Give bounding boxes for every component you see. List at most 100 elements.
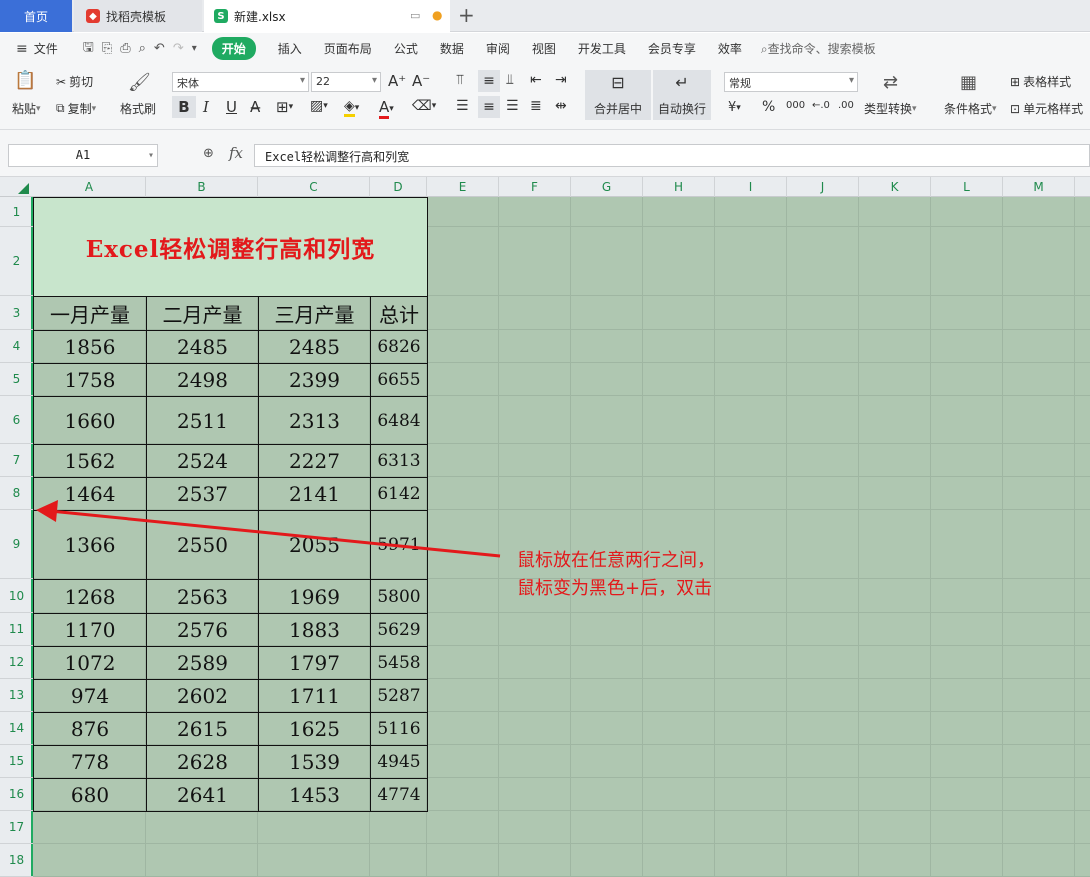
fill-color-icon[interactable]: ◈ ▾	[344, 98, 359, 117]
menu-file[interactable]: 文件	[34, 40, 58, 57]
table-cell[interactable]: 2550	[146, 510, 259, 580]
column-header-k[interactable]: K	[859, 177, 931, 197]
tab-template[interactable]: ◆ 找稻壳模板	[74, 0, 202, 32]
increase-indent-icon[interactable]: ⇥	[555, 72, 567, 88]
column-header-e[interactable]: E	[427, 177, 499, 197]
table-cell[interactable]: 2055	[258, 510, 371, 580]
table-cell[interactable]: 2399	[258, 363, 371, 397]
table-cell[interactable]: 2485	[146, 330, 259, 364]
cell-grid[interactable]: Excel轻松调整行高和列宽 一月产量 二月产量 三月产量 总计 1856 2485 248…	[33, 197, 1090, 877]
column-header-j[interactable]: J	[787, 177, 859, 197]
row-header-2[interactable]: 2	[0, 227, 33, 296]
table-cell[interactable]: 1758	[33, 363, 147, 397]
row-header-8[interactable]: 8	[0, 477, 33, 510]
table-cell[interactable]: 1797	[258, 646, 371, 680]
table-cell[interactable]: 680	[33, 778, 147, 812]
distributed-icon[interactable]: ⇹	[555, 98, 567, 114]
row-header-1[interactable]: 1	[0, 197, 33, 227]
row-header-15[interactable]: 15	[0, 745, 33, 778]
table-cell[interactable]: 5629	[370, 613, 428, 647]
table-cell[interactable]: 1660	[33, 396, 147, 445]
align-center-icon[interactable]: ≡	[478, 96, 500, 118]
column-header-b[interactable]: B	[146, 177, 258, 197]
table-cell[interactable]: 2628	[146, 745, 259, 779]
menu-page-layout[interactable]: 页面布局	[324, 40, 372, 57]
row-header-7[interactable]: 7	[0, 444, 33, 477]
menu-review[interactable]: 审阅	[486, 40, 510, 57]
table-cell[interactable]: 876	[33, 712, 147, 746]
justify-icon[interactable]: ≣	[530, 98, 542, 114]
menu-data[interactable]: 数据	[440, 40, 464, 57]
table-cell[interactable]: 5458	[370, 646, 428, 680]
font-size-select[interactable]: 22	[311, 72, 381, 92]
table-header-cell[interactable]: 总计	[370, 296, 428, 331]
row-header-6[interactable]: 6	[0, 396, 33, 444]
row-header-4[interactable]: 4	[0, 330, 33, 363]
clear-format-icon[interactable]: ⌫ ▾	[412, 98, 436, 114]
row-header-3[interactable]: 3	[0, 296, 33, 330]
paste-button[interactable]: 📋	[14, 70, 36, 91]
table-cell[interactable]: 5287	[370, 679, 428, 713]
table-cell[interactable]: 2537	[146, 477, 259, 511]
row-header-5[interactable]: 5	[0, 363, 33, 396]
row-header-10[interactable]: 10	[0, 579, 33, 613]
row-header-17[interactable]: 17	[0, 811, 33, 844]
save-icon[interactable]: 🖫	[83, 38, 94, 60]
conditional-format-icon[interactable]: ▦	[960, 72, 977, 93]
merge-center-button[interactable]: ⊟ 合并居中	[585, 70, 651, 120]
name-box[interactable]: A1	[8, 144, 158, 167]
row-header-12[interactable]: 12	[0, 646, 33, 679]
fill-pattern-icon[interactable]: ▨ ▾	[310, 98, 328, 114]
menu-member[interactable]: 会员专享	[648, 40, 696, 57]
decrease-indent-icon[interactable]: ⇤	[530, 72, 542, 88]
format-painter-icon[interactable]: 🖌	[128, 72, 151, 93]
quick-access-dropdown-icon[interactable]: ▾	[192, 43, 197, 54]
table-cell[interactable]: 2589	[146, 646, 259, 680]
italic-button[interactable]: I	[203, 98, 209, 116]
paste-label[interactable]: 粘贴 ▾	[12, 100, 41, 117]
table-header-cell[interactable]: 三月产量	[258, 296, 371, 331]
align-right-icon[interactable]: ☰	[506, 98, 519, 114]
table-cell[interactable]: 1969	[258, 579, 371, 614]
table-cell[interactable]: 6484	[370, 396, 428, 445]
column-header-m[interactable]: M	[1003, 177, 1075, 197]
table-cell[interactable]: 1366	[33, 510, 147, 580]
table-cell[interactable]: 2641	[146, 778, 259, 812]
row-header-9[interactable]: 9	[0, 510, 33, 579]
table-cell[interactable]: 4945	[370, 745, 428, 779]
table-cell[interactable]: 2615	[146, 712, 259, 746]
row-header-18[interactable]: 18	[0, 844, 33, 877]
table-cell[interactable]: 6655	[370, 363, 428, 397]
new-tab-icon[interactable]: +	[458, 3, 475, 27]
table-cell[interactable]: 2524	[146, 444, 259, 478]
row-header-11[interactable]: 11	[0, 613, 33, 646]
align-bottom-icon[interactable]: ⫫	[506, 72, 514, 88]
column-header-d[interactable]: D	[370, 177, 427, 197]
table-cell[interactable]: 6826	[370, 330, 428, 364]
worksheet[interactable]: ABCDEFGHIJKLM 1 2 3 4 5 6 7 8 9 10 11 12 13 14 15 16 17 1…	[0, 177, 1090, 877]
print-preview-icon[interactable]: ⌕	[139, 41, 146, 56]
column-header-l[interactable]: L	[931, 177, 1003, 197]
menu-home[interactable]: 开始	[211, 37, 256, 60]
table-cell[interactable]: 778	[33, 745, 147, 779]
type-convert-button[interactable]: 类型转换 ▾	[864, 100, 917, 117]
column-header-i[interactable]: I	[715, 177, 787, 197]
cut-button[interactable]: ✂ 剪切	[56, 73, 93, 90]
table-cell[interactable]: 1072	[33, 646, 147, 680]
table-header-cell[interactable]: 二月产量	[146, 296, 259, 331]
table-cell[interactable]: 5800	[370, 579, 428, 614]
wrap-text-button[interactable]: ↵ 自动换行	[653, 70, 711, 120]
table-cell[interactable]: 1883	[258, 613, 371, 647]
select-all-corner[interactable]	[0, 177, 33, 197]
row-header-16[interactable]: 16	[0, 778, 33, 811]
decrease-decimal-icon[interactable]: .00	[838, 100, 854, 111]
menu-insert[interactable]: 插入	[278, 40, 302, 57]
cell-style-button[interactable]: ⊡ 单元格样式	[1010, 100, 1083, 117]
fx-icon[interactable]: fx	[229, 144, 243, 162]
align-middle-icon[interactable]: ≡	[478, 70, 500, 92]
table-cell[interactable]: 1856	[33, 330, 147, 364]
menu-formulas[interactable]: 公式	[394, 40, 418, 57]
thousands-icon[interactable]: 000	[786, 100, 805, 111]
increase-decimal-icon[interactable]: ←.0	[812, 100, 830, 111]
table-cell[interactable]: 5971	[370, 510, 428, 580]
